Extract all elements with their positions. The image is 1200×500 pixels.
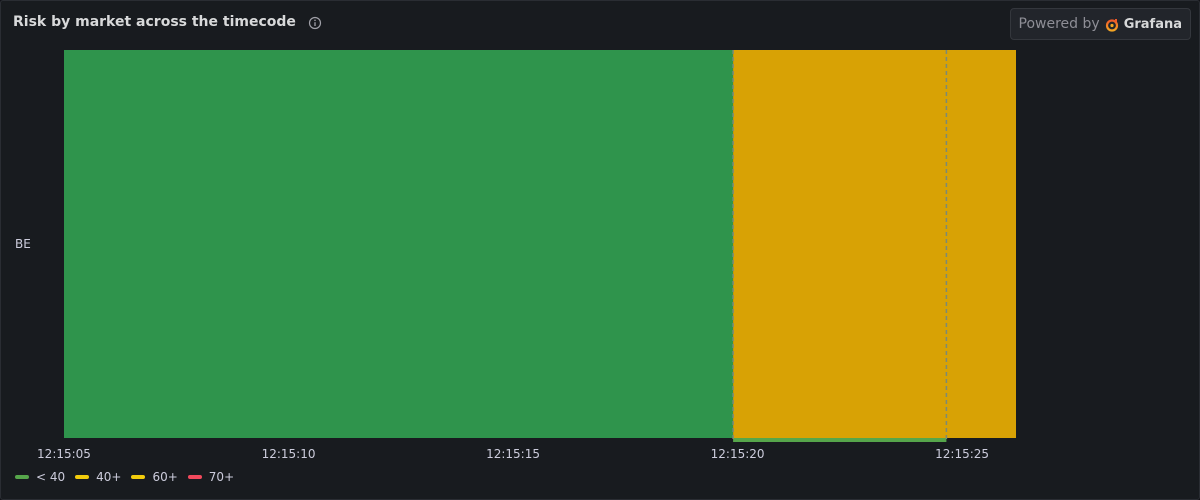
legend-label: < 40 [36,470,66,484]
x-tick-label: 12:15:15 [486,447,540,461]
legend-label: 40+ [96,470,122,484]
x-tick-label: 12:15:10 [262,447,316,461]
state-timeline-chart: 12:15:05 12:15:10 12:15:15 12:15:20 12:15:25… [15,50,1016,461]
legend-swatch [187,475,202,479]
legend-item[interactable]: 60+ [131,470,178,484]
x-tick-label: 12:15:05 [37,447,91,461]
legend-item[interactable]: < 40 [15,470,65,484]
x-tick-label: 12:15:20 [711,447,765,461]
state-segment[interactable] [733,50,1016,438]
row-label: BE [15,237,31,251]
x-tick-label: 12:15:25 [935,447,989,461]
highlight-bar [733,438,947,442]
legend-label: 60+ [152,470,178,484]
legend-item[interactable]: 70+ [187,470,235,484]
legend-item[interactable]: 40+ [75,470,121,484]
panel: Risk by market across the timecode Power… [0,0,1200,500]
legend-swatch [75,475,90,479]
legend: < 40 40+ 60+ 70+ [15,470,234,484]
legend-swatch [131,475,146,479]
state-segment[interactable] [64,50,734,438]
legend-label: 70+ [208,470,235,484]
legend-swatch [15,475,29,479]
